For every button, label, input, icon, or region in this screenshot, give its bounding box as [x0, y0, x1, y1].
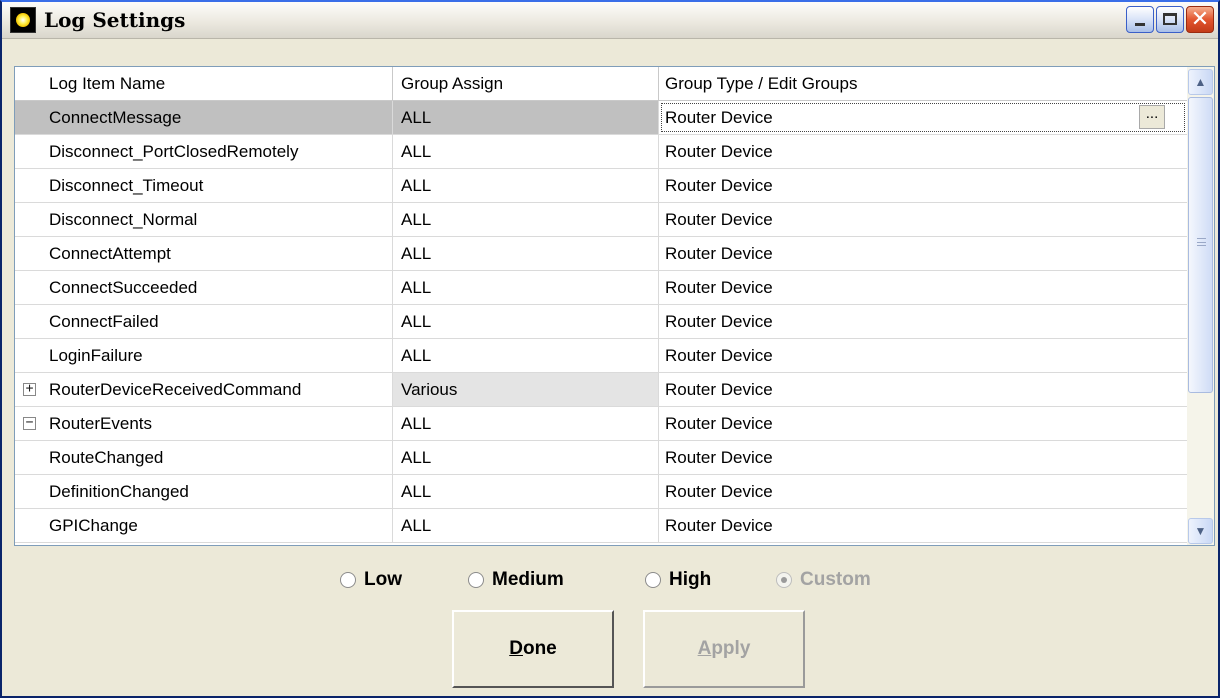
group-assign-cell[interactable]: ALL: [393, 203, 659, 236]
radio-circle: [645, 572, 661, 588]
log-item-name-cell[interactable]: RouteChanged: [15, 441, 393, 474]
radio-label: Custom: [800, 569, 871, 590]
log-item-name-cell[interactable]: DefinitionChanged: [15, 475, 393, 508]
radio-label: High: [669, 569, 712, 590]
table-row[interactable]: ConnectSucceeded ALL Router Device: [15, 271, 1187, 305]
apply-button-label: Apply: [697, 638, 751, 659]
group-type-cell[interactable]: Router Device: [659, 101, 1187, 134]
window-title: Log Settings: [44, 8, 186, 32]
table-row[interactable]: Disconnect_Timeout ALL Router Device: [15, 169, 1187, 203]
log-item-name-cell[interactable]: Disconnect_Normal: [15, 203, 393, 236]
log-item-name-cell[interactable]: LoginFailure: [15, 339, 393, 372]
group-type-cell[interactable]: Router Device: [659, 509, 1187, 542]
log-item-name-cell[interactable]: ConnectAttempt: [15, 237, 393, 270]
app-sun-icon: [10, 7, 36, 33]
group-type-cell[interactable]: Router Device: [659, 339, 1187, 372]
group-assign-cell[interactable]: ALL: [393, 169, 659, 202]
chevron-up-icon: ▲: [1194, 75, 1207, 89]
table-row[interactable]: RouteChanged ALL Router Device: [15, 441, 1187, 475]
log-item-name-cell[interactable]: RouterDeviceReceivedCommand: [15, 373, 393, 406]
apply-button: Apply: [643, 610, 805, 688]
title-bar[interactable]: Log Settings ✕: [2, 2, 1218, 39]
group-type-cell[interactable]: Router Device: [659, 271, 1187, 304]
group-type-cell[interactable]: Router Device: [659, 305, 1187, 338]
log-item-name-cell[interactable]: ConnectMessage: [15, 101, 393, 134]
edit-groups-button[interactable]: ...: [1139, 105, 1165, 129]
grid-rows: −ConnectMessageALLRouter Device...Discon…: [15, 101, 1187, 543]
column-header-group-assign[interactable]: Group Assign: [393, 67, 659, 101]
group-type-cell[interactable]: Router Device: [659, 475, 1187, 508]
radio-label: Medium: [492, 569, 564, 590]
log-item-name-cell[interactable]: Disconnect_PortClosedRemotely: [15, 135, 393, 168]
close-icon: ✕: [1190, 7, 1210, 32]
scroll-thumb[interactable]: [1188, 97, 1213, 393]
table-row[interactable]: ConnectFailed ALL Router Device: [15, 305, 1187, 339]
group-type-cell[interactable]: Router Device: [659, 373, 1187, 406]
table-row[interactable]: Disconnect_PortClosedRemotely ALL Router D…: [15, 135, 1187, 169]
log-settings-window: Log Settings ✕ Log Item Name Group Assig…: [0, 0, 1220, 698]
group-type-cell[interactable]: Router Device: [659, 135, 1187, 168]
group-assign-cell[interactable]: ALL: [393, 271, 659, 304]
table-row[interactable]: LoginFailure ALL Router Device: [15, 339, 1187, 373]
group-assign-cell[interactable]: ALL: [393, 441, 659, 474]
maximize-button[interactable]: [1156, 6, 1184, 33]
scroll-down-button[interactable]: ▼: [1188, 518, 1213, 544]
table-row[interactable]: − RouterEvents ALL Router Device: [15, 407, 1187, 441]
log-item-name-cell[interactable]: Disconnect_Timeout: [15, 169, 393, 202]
group-assign-cell[interactable]: ALL: [393, 509, 659, 542]
table-row[interactable]: DefinitionChanged ALL Router Device: [15, 475, 1187, 509]
group-assign-cell[interactable]: ALL: [393, 475, 659, 508]
log-level-radio-group: Low Medium High Custom: [2, 567, 1218, 593]
scroll-up-button[interactable]: ▲: [1188, 69, 1213, 95]
table-row[interactable]: + RouterDeviceReceivedCommand Various Route…: [15, 373, 1187, 407]
log-item-name-cell[interactable]: ConnectFailed: [15, 305, 393, 338]
radio-circle: [340, 572, 356, 588]
group-assign-cell[interactable]: ALL: [393, 407, 659, 440]
chevron-down-icon: ▼: [1194, 524, 1207, 538]
log-item-name-cell[interactable]: RouterEvents: [15, 407, 393, 440]
group-assign-cell[interactable]: ALL: [393, 101, 659, 134]
done-button[interactable]: Done: [452, 610, 614, 688]
table-row[interactable]: −ConnectMessageALLRouter Device...: [15, 101, 1187, 135]
group-type-cell[interactable]: Router Device: [659, 169, 1187, 202]
group-assign-cell[interactable]: ALL: [393, 237, 659, 270]
group-type-cell[interactable]: Router Device: [659, 407, 1187, 440]
group-type-cell[interactable]: Router Device: [659, 441, 1187, 474]
group-assign-cell[interactable]: ALL: [393, 305, 659, 338]
radio-circle: [776, 572, 792, 588]
grid-header: Log Item Name Group Assign Group Type / …: [15, 67, 1187, 101]
group-assign-cell[interactable]: Various: [393, 373, 659, 406]
log-items-grid: Log Item Name Group Assign Group Type / …: [14, 66, 1215, 546]
column-header-group-type[interactable]: Group Type / Edit Groups: [659, 67, 1187, 101]
grip-icon: [1197, 238, 1206, 246]
minimize-button[interactable]: [1126, 6, 1154, 33]
vertical-scrollbar[interactable]: ▲ ▼: [1187, 67, 1214, 545]
column-header-log-item-name[interactable]: Log Item Name: [15, 67, 393, 101]
close-button[interactable]: ✕: [1186, 6, 1214, 33]
table-row[interactable]: Disconnect_Normal ALL Router Device: [15, 203, 1187, 237]
radio-circle: [468, 572, 484, 588]
done-button-label: Done: [509, 638, 557, 659]
group-assign-cell[interactable]: ALL: [393, 339, 659, 372]
minimize-icon: [1135, 23, 1145, 26]
table-row[interactable]: ConnectAttempt ALL Router Device: [15, 237, 1187, 271]
group-type-cell[interactable]: Router Device: [659, 203, 1187, 236]
group-assign-cell[interactable]: ALL: [393, 135, 659, 168]
maximize-icon: [1163, 13, 1177, 25]
table-row[interactable]: GPIChange ALL Router Device: [15, 509, 1187, 543]
radio-label: Low: [364, 569, 402, 590]
log-item-name-cell[interactable]: GPIChange: [15, 509, 393, 542]
log-item-name-cell[interactable]: ConnectSucceeded: [15, 271, 393, 304]
group-type-cell[interactable]: Router Device: [659, 237, 1187, 270]
